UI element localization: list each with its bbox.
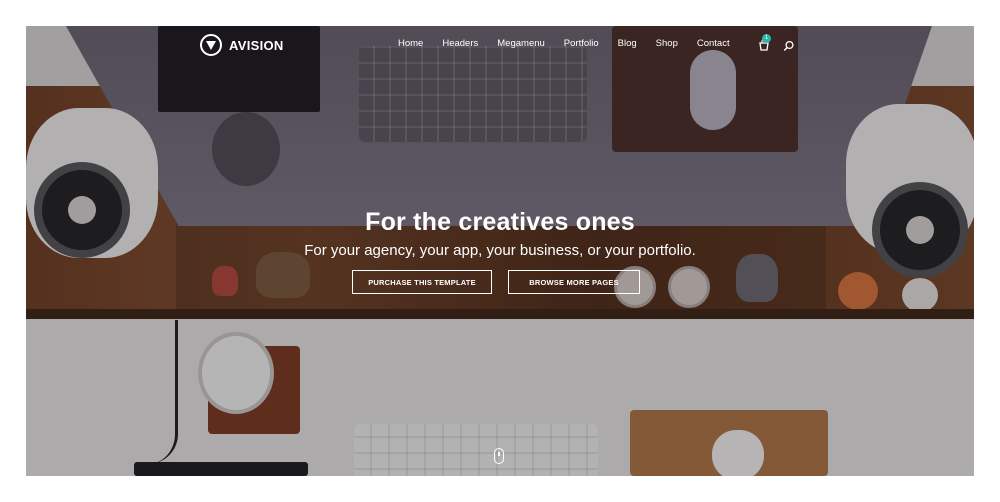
logo-triangle-icon: [200, 34, 222, 56]
purchase-template-button[interactable]: PURCHASE THIS TEMPLATE: [352, 270, 492, 294]
brand-name: AVISION: [229, 37, 284, 53]
hero-subtitle: For your agency, your app, your business…: [304, 242, 696, 259]
hero-title: For the creatives ones: [365, 208, 635, 236]
top-navigation: AVISION Home Headers Megamenu Portfolio …: [26, 26, 974, 64]
cart-count-badge: 1: [762, 34, 771, 43]
nav-item-shop[interactable]: Shop: [656, 38, 678, 49]
brand-logo[interactable]: AVISION: [200, 34, 284, 56]
nav-item-home[interactable]: Home: [398, 38, 423, 49]
hero-section: AVISION Home Headers Megamenu Portfolio …: [26, 26, 974, 476]
nav-item-portfolio[interactable]: Portfolio: [564, 38, 599, 49]
browse-pages-button[interactable]: BROWSE MORE PAGES: [508, 270, 640, 294]
scroll-down-mouse-icon[interactable]: [494, 448, 504, 464]
nav-item-contact[interactable]: Contact: [697, 38, 730, 49]
nav-item-headers[interactable]: Headers: [442, 38, 478, 49]
nav-item-megamenu[interactable]: Megamenu: [497, 38, 545, 49]
main-menu: Home Headers Megamenu Portfolio Blog Sho…: [398, 38, 749, 49]
search-icon[interactable]: [783, 39, 795, 51]
nav-item-blog[interactable]: Blog: [618, 38, 637, 49]
